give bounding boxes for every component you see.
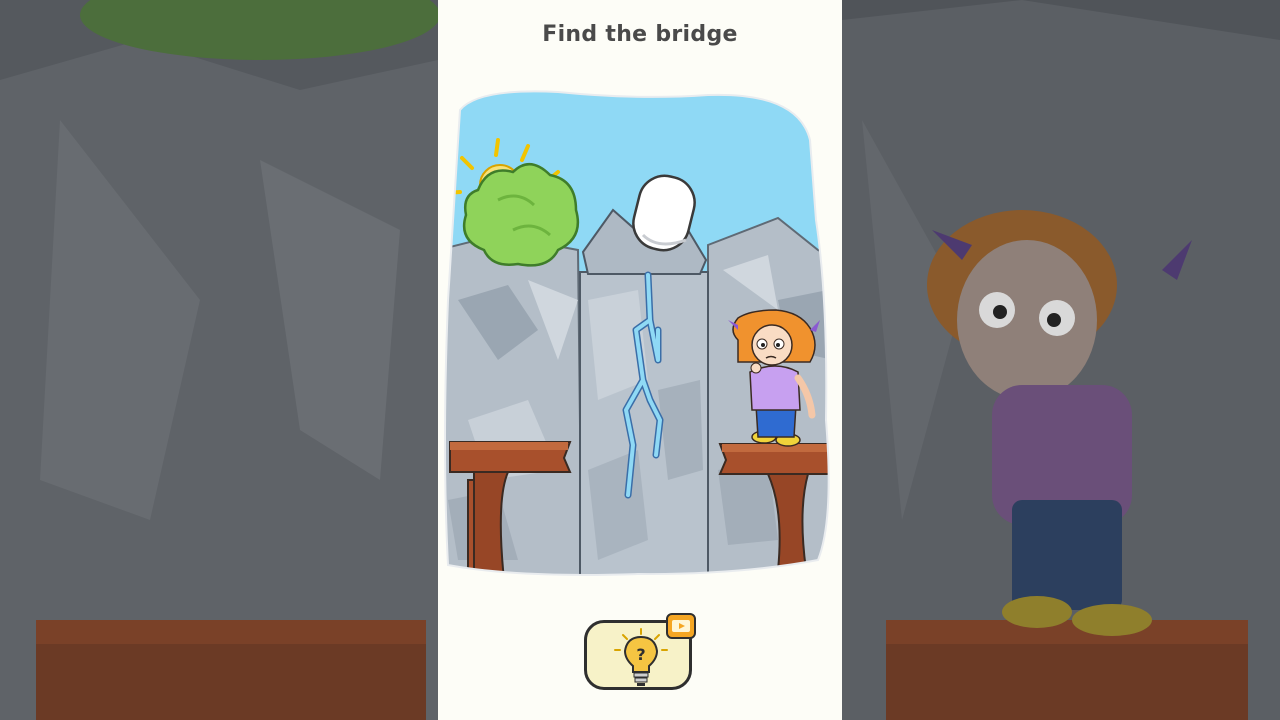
- background-left: [0, 0, 438, 720]
- video-ad-icon[interactable]: [666, 613, 696, 639]
- game-screen: Find the bridge ?: [438, 0, 842, 720]
- background-right: [842, 0, 1280, 720]
- game-scene: [444, 90, 830, 576]
- svg-text:?: ?: [636, 645, 645, 664]
- lightbulb-question-icon: ?: [614, 628, 668, 686]
